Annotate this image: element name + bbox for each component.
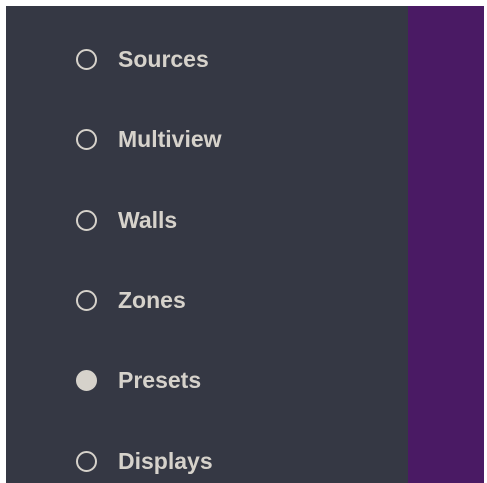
sidebar-item-displays[interactable]: Displays xyxy=(76,444,213,478)
sidebar-item-presets[interactable]: Presets xyxy=(76,363,201,397)
sidebar-item-sources[interactable]: Sources xyxy=(76,42,209,76)
sidebar-item-label: Displays xyxy=(118,447,213,474)
app-window: Sources Multiview Walls Zones Presets Di… xyxy=(6,6,484,483)
content-panel xyxy=(408,6,484,483)
radio-unselected-icon[interactable] xyxy=(76,450,97,472)
sidebar-item-label: Presets xyxy=(118,366,202,393)
sidebar-item-label: Multiview xyxy=(118,125,222,152)
sidebar-nav: Sources Multiview Walls Zones Presets Di… xyxy=(6,6,408,483)
sidebar-item-label: Walls xyxy=(118,206,178,233)
sidebar-item-label: Zones xyxy=(118,286,186,313)
sidebar-item-multiview[interactable]: Multiview xyxy=(76,122,222,156)
radio-unselected-icon[interactable] xyxy=(76,289,97,311)
sidebar-item-label: Sources xyxy=(118,45,209,72)
sidebar-item-zones[interactable]: Zones xyxy=(76,283,186,317)
radio-unselected-icon[interactable] xyxy=(76,209,97,231)
radio-unselected-icon[interactable] xyxy=(76,48,97,70)
radio-selected-icon[interactable] xyxy=(76,369,97,391)
sidebar-item-walls[interactable]: Walls xyxy=(76,203,177,237)
radio-unselected-icon[interactable] xyxy=(76,128,97,150)
